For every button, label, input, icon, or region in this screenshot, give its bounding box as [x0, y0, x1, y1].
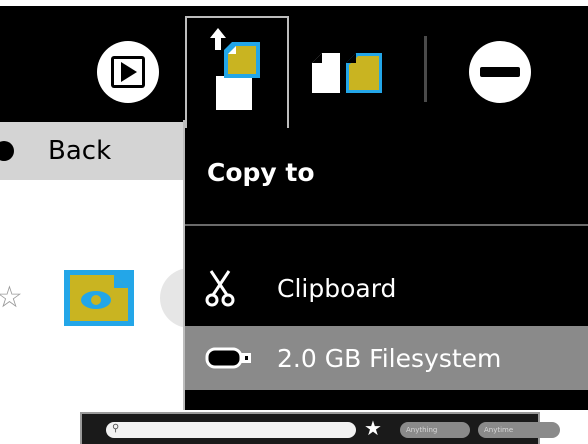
view-toggle-icon[interactable] — [566, 422, 584, 438]
back-arrow-icon — [0, 141, 14, 161]
menu-item-label: 2.0 GB Filesystem — [277, 343, 502, 373]
search-icon: ⚲ — [112, 423, 120, 434]
search-toolbar: ⚲ ★ Anything Anytime — [80, 412, 583, 444]
favorite-filter-icon[interactable]: ★ — [364, 416, 382, 440]
menu-item-clipboard[interactable]: Clipboard — [185, 256, 588, 320]
copy-to-menu: Copy to Clipboard 2.0 GB Filesystem — [183, 120, 588, 410]
document-view-icon[interactable] — [64, 270, 134, 326]
play-icon — [97, 41, 159, 103]
resume-button[interactable] — [92, 36, 164, 108]
when-filter-combo[interactable]: Anytime — [478, 422, 560, 438]
menu-divider — [185, 224, 588, 226]
scissors-icon — [205, 270, 235, 307]
copy-to-icon — [210, 28, 260, 110]
usb-drive-icon — [205, 347, 251, 369]
star-icon[interactable]: ☆ — [0, 280, 23, 315]
menu-title: Copy to — [207, 158, 315, 187]
search-input[interactable]: ⚲ — [106, 422, 356, 438]
menu-item-label: Clipboard — [277, 273, 397, 303]
remove-icon — [469, 41, 531, 103]
activity-toolbar — [0, 0, 588, 128]
menu-item-filesystem[interactable]: 2.0 GB Filesystem — [185, 326, 588, 390]
duplicate-icon — [312, 53, 382, 93]
duplicate-button[interactable] — [306, 36, 386, 108]
copy-to-button[interactable] — [185, 16, 289, 128]
back-label: Back — [48, 136, 112, 166]
what-filter-combo[interactable]: Anything — [400, 422, 470, 438]
toolbar-separator — [424, 36, 427, 102]
erase-button[interactable] — [460, 36, 540, 108]
